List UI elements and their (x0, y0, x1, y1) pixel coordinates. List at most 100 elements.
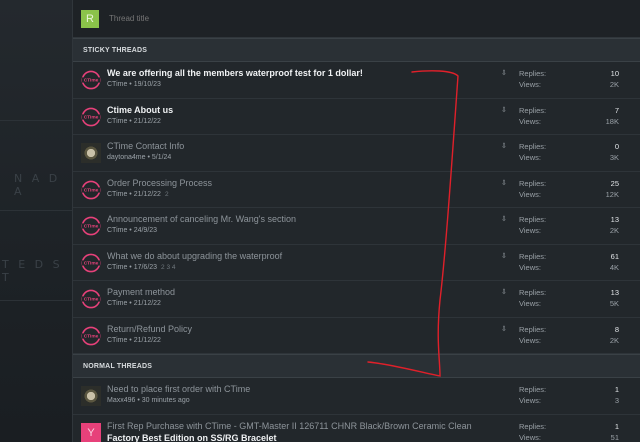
thread-row[interactable]: CTime Return/Refund Policy CTime • 21/12/2… (73, 318, 640, 354)
thread-main: First Rep Purchase with CTime - GMT-Mast… (107, 421, 472, 442)
thread-stats: Replies: 1 Views: 3 (519, 384, 619, 406)
ctime-logo-icon[interactable]: CTime (81, 253, 101, 273)
thread-meta-text: CTime • 21/12/22 (107, 336, 161, 344)
pin-icon: ⇩ (501, 325, 507, 333)
page-links[interactable]: 2 (165, 191, 169, 198)
thread-stats: Replies: 10 Views: 2K (519, 68, 619, 90)
replies-count: 1 (614, 385, 619, 394)
thread-stats: Replies: 0 Views: 3K (519, 141, 619, 163)
thread-main: Payment method CTime • 21/12/22 (107, 287, 175, 307)
new-thread-composer: R (73, 0, 640, 38)
thread-stats: Replies: 7 Views: 18K (519, 105, 619, 127)
svg-text:CTime: CTime (84, 297, 99, 303)
ctime-logo-icon[interactable]: CTime (81, 289, 101, 309)
pin-icon: ⇩ (501, 179, 507, 187)
thread-stats: Replies: 13 Views: 2K (519, 214, 619, 236)
svg-text:CTime: CTime (84, 78, 99, 84)
replies-label: Replies: (519, 142, 547, 151)
thread-meta: CTime • 21/12/22 (107, 118, 173, 125)
replies-label: Replies: (519, 69, 547, 78)
thread-title[interactable]: CTime Contact Info (107, 141, 184, 151)
views-label: Views: (519, 299, 541, 308)
thread-title-input[interactable] (109, 14, 509, 23)
thread-title[interactable]: Announcement of canceling Mr. Wang's sec… (107, 214, 296, 224)
replies-count: 7 (614, 105, 619, 115)
thread-main: Announcement of canceling Mr. Wang's sec… (107, 214, 296, 234)
user-avatar[interactable] (81, 143, 101, 163)
user-avatar[interactable]: Y (81, 422, 101, 442)
thread-meta: CTime • 24/9/23 (107, 227, 296, 234)
thread-row[interactable]: Y First Rep Purchase with CTime - GMT-Mas… (73, 415, 640, 442)
thread-row[interactable]: CTime Ctime About us CTime • 21/12/22 ⇩ Repl… (73, 99, 640, 135)
thread-main: Order Processing Process CTime • 21/12/22… (107, 178, 212, 198)
svg-text:CTime: CTime (84, 224, 99, 230)
views-count: 3 (614, 396, 619, 405)
replies-count: 61 (610, 251, 619, 261)
thread-meta-text: CTime • 21/12/22 (107, 117, 161, 125)
replies-count: 0 (614, 142, 619, 151)
thread-row[interactable]: CTime What we do about upgrading the wate… (73, 245, 640, 281)
views-label: Views: (519, 189, 541, 199)
ctime-logo-icon[interactable]: CTime (81, 216, 101, 236)
thread-main: CTime Contact Info daytona4me • 5/1/24 (107, 141, 184, 161)
ctime-logo-icon[interactable]: CTime (81, 326, 101, 346)
thread-row[interactable]: CTime Payment method CTime • 21/12/22 ⇩ Repl… (73, 281, 640, 318)
thread-title[interactable]: Payment method (107, 287, 175, 297)
map-background: N A D A T E D S T (0, 0, 72, 442)
thread-row[interactable]: CTime Order Processing Process CTime • 21/… (73, 172, 640, 208)
views-count: 18K (605, 116, 619, 126)
thread-stats: Replies: 8 Views: 2K (519, 324, 619, 346)
thread-title[interactable]: Return/Refund Policy (107, 324, 192, 334)
views-label: Views: (519, 80, 541, 89)
replies-label: Replies: (519, 421, 547, 431)
thread-main: We are offering all the members waterpro… (107, 68, 363, 88)
thread-meta-text: CTime • 19/10/23 (107, 81, 161, 88)
thread-meta: CTime • 19/10/23 (107, 81, 363, 88)
pin-icon: ⇩ (501, 106, 507, 114)
thread-row[interactable]: CTime Announcement of canceling Mr. Wang'… (73, 208, 640, 245)
thread-meta-text: CTime • 24/9/23 (107, 227, 158, 234)
thread-title[interactable]: Ctime About us (107, 105, 173, 115)
sticky-threads-heading: STICKY THREADS (73, 38, 640, 62)
views-label: Views: (519, 396, 541, 405)
replies-count: 8 (614, 324, 619, 334)
thread-row[interactable]: CTime Contact Info daytona4me • 5/1/24 ⇩ Re… (73, 135, 640, 172)
views-count: 12K (605, 189, 619, 199)
page-links[interactable]: 2 3 4 (161, 264, 175, 271)
replies-count: 13 (610, 288, 619, 297)
replies-label: Replies: (519, 105, 547, 115)
thread-row[interactable]: Need to place first order with CTime Maxx… (73, 378, 640, 415)
pin-icon: ⇩ (501, 70, 507, 77)
user-avatar[interactable] (81, 386, 101, 406)
thread-title[interactable]: Order Processing Process (107, 178, 212, 188)
thread-meta: daytona4me • 5/1/24 (107, 154, 184, 161)
ctime-logo-icon[interactable]: CTime (81, 107, 101, 127)
views-label: Views: (519, 262, 541, 272)
thread-main: Need to place first order with CTime Maxx… (107, 384, 250, 404)
thread-meta: Maxx496 • 30 minutes ago (107, 397, 250, 404)
views-count: 4K (609, 262, 619, 272)
thread-title[interactable]: Need to place first order with CTime (107, 384, 250, 394)
views-count: 2K (609, 80, 619, 89)
ctime-logo-icon[interactable]: CTime (81, 180, 101, 200)
replies-count: 13 (610, 215, 619, 224)
ctime-logo-icon[interactable]: CTime (81, 70, 101, 90)
thread-title[interactable]: What we do about upgrading the waterproo… (107, 251, 282, 261)
views-label: Views: (519, 226, 541, 235)
thread-row[interactable]: CTime We are offering all the members wat… (73, 62, 640, 99)
replies-count: 10 (610, 69, 619, 78)
svg-text:CTime: CTime (84, 333, 99, 339)
views-count: 5K (609, 299, 619, 308)
views-label: Views: (519, 116, 541, 126)
views-count: 3K (609, 153, 619, 162)
pin-icon: ⇩ (501, 143, 507, 150)
thread-stats: Replies: 1 Views: 51 (519, 421, 619, 442)
thread-meta-text: Maxx496 • 30 minutes ago (107, 397, 190, 404)
thread-title[interactable]: We are offering all the members waterpro… (107, 68, 363, 78)
replies-label: Replies: (519, 385, 547, 394)
thread-title[interactable]: First Rep Purchase with CTime - GMT-Mast… (107, 421, 472, 431)
thread-title-line2[interactable]: Factory Best Edition on SS/RG Bracelet (107, 433, 472, 442)
svg-text:CTime: CTime (84, 187, 99, 193)
views-label: Views: (519, 335, 541, 345)
replies-label: Replies: (519, 324, 547, 334)
